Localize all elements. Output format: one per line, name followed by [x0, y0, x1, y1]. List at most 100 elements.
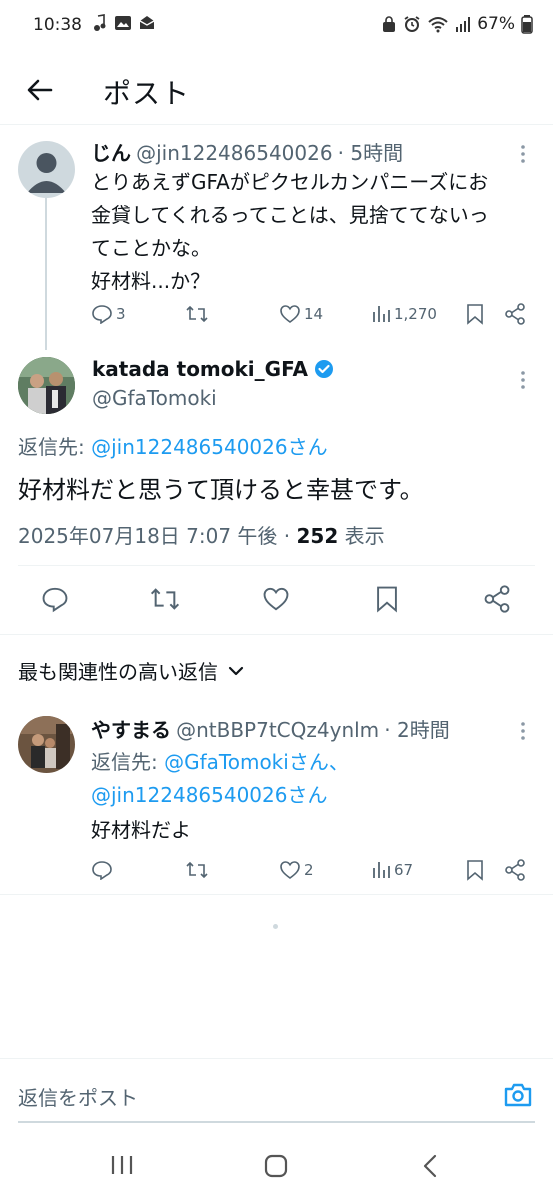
header-divider	[0, 124, 553, 125]
chevron-left-icon	[423, 1154, 437, 1178]
repost-icon	[186, 305, 208, 323]
parent-like-button[interactable]: 14	[279, 304, 323, 324]
reply-avatar[interactable]	[18, 716, 75, 773]
music-note-icon	[94, 14, 106, 31]
reply-sort-label: 最も関連性の高い返信	[18, 660, 218, 684]
loading-dot	[273, 924, 278, 929]
heart-icon	[280, 305, 300, 323]
main-date[interactable]: 2025年07月18日 7:07 午後 ·	[18, 524, 297, 548]
recent-apps-button[interactable]	[110, 1154, 134, 1180]
reply-compose-input[interactable]: 返信をポスト	[18, 1082, 138, 1111]
more-vertical-icon	[521, 371, 525, 389]
home-button[interactable]	[264, 1154, 288, 1182]
main-view-count: 252	[296, 524, 339, 548]
main-name[interactable]: katada tomoki_GFA	[92, 357, 308, 381]
compose-divider	[0, 1058, 553, 1059]
heart-icon	[263, 587, 289, 611]
reply-icon	[92, 861, 112, 880]
main-author-row: katada tomoki_GFA	[92, 357, 334, 381]
mail-icon	[139, 16, 155, 29]
parent-text-line: 金貸してくれるってことは、見捨ててないっ	[91, 203, 489, 227]
reply-bookmark-button[interactable]	[466, 859, 484, 881]
page-title: ポスト	[103, 77, 191, 110]
reply-reply-to: 返信先: @GfaTomokiさん、 @jin122486540026さん	[91, 746, 349, 812]
more-vertical-icon	[521, 145, 525, 163]
parent-text: とりあえずGFAがピクセルカンパニーズにお 金貸してくれるってことは、見捨ててな…	[91, 166, 541, 298]
main-view-label: 表示	[338, 524, 385, 548]
parent-handle[interactable]: @jin122486540026	[136, 141, 332, 165]
main-more-button[interactable]	[514, 370, 532, 394]
reply-to-user-link[interactable]: @GfaTomokiさん、	[164, 750, 349, 774]
parent-views-button[interactable]: 1,270	[371, 304, 437, 324]
main-like-button[interactable]	[262, 585, 290, 617]
home-icon	[264, 1154, 288, 1178]
reply-view-count: 67	[394, 861, 414, 879]
share-icon	[484, 585, 510, 613]
repost-icon	[186, 861, 208, 879]
reply-repost-button[interactable]	[185, 860, 209, 880]
verified-badge-icon	[314, 360, 333, 378]
reply-to-user-link[interactable]: @jin122486540026さん	[91, 435, 327, 459]
back-button[interactable]	[22, 72, 58, 108]
more-vertical-icon	[521, 722, 525, 740]
main-actions	[0, 585, 553, 615]
camera-icon	[504, 1083, 532, 1107]
nav-back-button[interactable]	[422, 1154, 438, 1182]
main-reply-to: 返信先: @jin122486540026さん	[18, 431, 328, 460]
views-icon	[373, 862, 390, 878]
reply-share-button[interactable]	[504, 859, 526, 881]
parent-repost-button[interactable]	[185, 304, 209, 324]
status-system-icons: 67%	[381, 14, 533, 34]
camera-button[interactable]	[503, 1081, 533, 1113]
parent-more-button[interactable]	[514, 144, 532, 168]
reply-name[interactable]: やすまる	[91, 718, 171, 742]
parent-name[interactable]: じん	[91, 141, 131, 165]
reply-to-user-link[interactable]: @jin122486540026さん	[91, 783, 327, 807]
reply-handle[interactable]: @ntBBP7tCQz4ynlm	[176, 718, 379, 742]
bookmark-icon	[377, 586, 397, 613]
reply-time: · 2時間	[384, 718, 450, 742]
chevron-down-icon	[228, 666, 244, 675]
bookmark-icon	[467, 860, 483, 881]
reply-views-button[interactable]: 67	[371, 860, 413, 880]
status-notification-icons	[92, 14, 156, 32]
main-meta: 2025年07月18日 7:07 午後 · 252 表示	[18, 520, 385, 549]
main-tweet-text: 好材料だと思うて頂けると幸甚です。	[18, 476, 424, 504]
reply-actions: 2 67	[0, 857, 553, 883]
parent-avatar[interactable]	[18, 141, 75, 198]
parent-reply-button[interactable]: 3	[91, 304, 126, 324]
recent-apps-icon	[111, 1156, 133, 1174]
parent-time: · 5時間	[337, 141, 404, 165]
status-bar: 10:38 67%	[0, 0, 553, 52]
reply-more-button[interactable]	[514, 721, 532, 745]
parent-text-line: 好材料...か？	[91, 269, 211, 293]
parent-bookmark-button[interactable]	[466, 303, 484, 325]
image-icon	[115, 16, 131, 30]
main-share-button[interactable]	[483, 585, 511, 617]
parent-text-line: とりあえずGFAがピクセルカンパニーズにお	[91, 170, 489, 194]
reply-reply-button[interactable]	[91, 860, 113, 880]
arrow-left-icon	[27, 79, 53, 101]
battery-percent: 67%	[477, 14, 515, 34]
alarm-icon	[404, 16, 420, 32]
parent-view-count: 1,270	[394, 305, 437, 323]
parent-header: じん @jin122486540026 · 5時間	[91, 137, 403, 166]
reply-icon	[42, 587, 68, 613]
reply-like-button[interactable]: 2	[279, 860, 314, 880]
heart-icon	[280, 861, 300, 879]
bookmark-icon	[467, 304, 483, 325]
reply-icon	[92, 305, 112, 324]
status-time: 10:38	[33, 15, 82, 35]
main-repost-button[interactable]	[149, 585, 181, 617]
parent-like-count: 14	[304, 305, 324, 323]
top-app-bar: ポスト	[0, 52, 553, 124]
reply-sort-dropdown[interactable]: 最も関連性の高い返信	[18, 656, 244, 685]
profile-photo-icon	[18, 716, 75, 773]
main-handle[interactable]: @GfaTomoki	[92, 386, 217, 410]
main-reply-button[interactable]	[41, 585, 69, 617]
main-avatar[interactable]	[18, 357, 75, 414]
main-bookmark-button[interactable]	[375, 585, 399, 617]
repost-icon	[150, 588, 180, 610]
parent-share-button[interactable]	[504, 303, 526, 325]
parent-reply-count: 3	[116, 305, 126, 323]
